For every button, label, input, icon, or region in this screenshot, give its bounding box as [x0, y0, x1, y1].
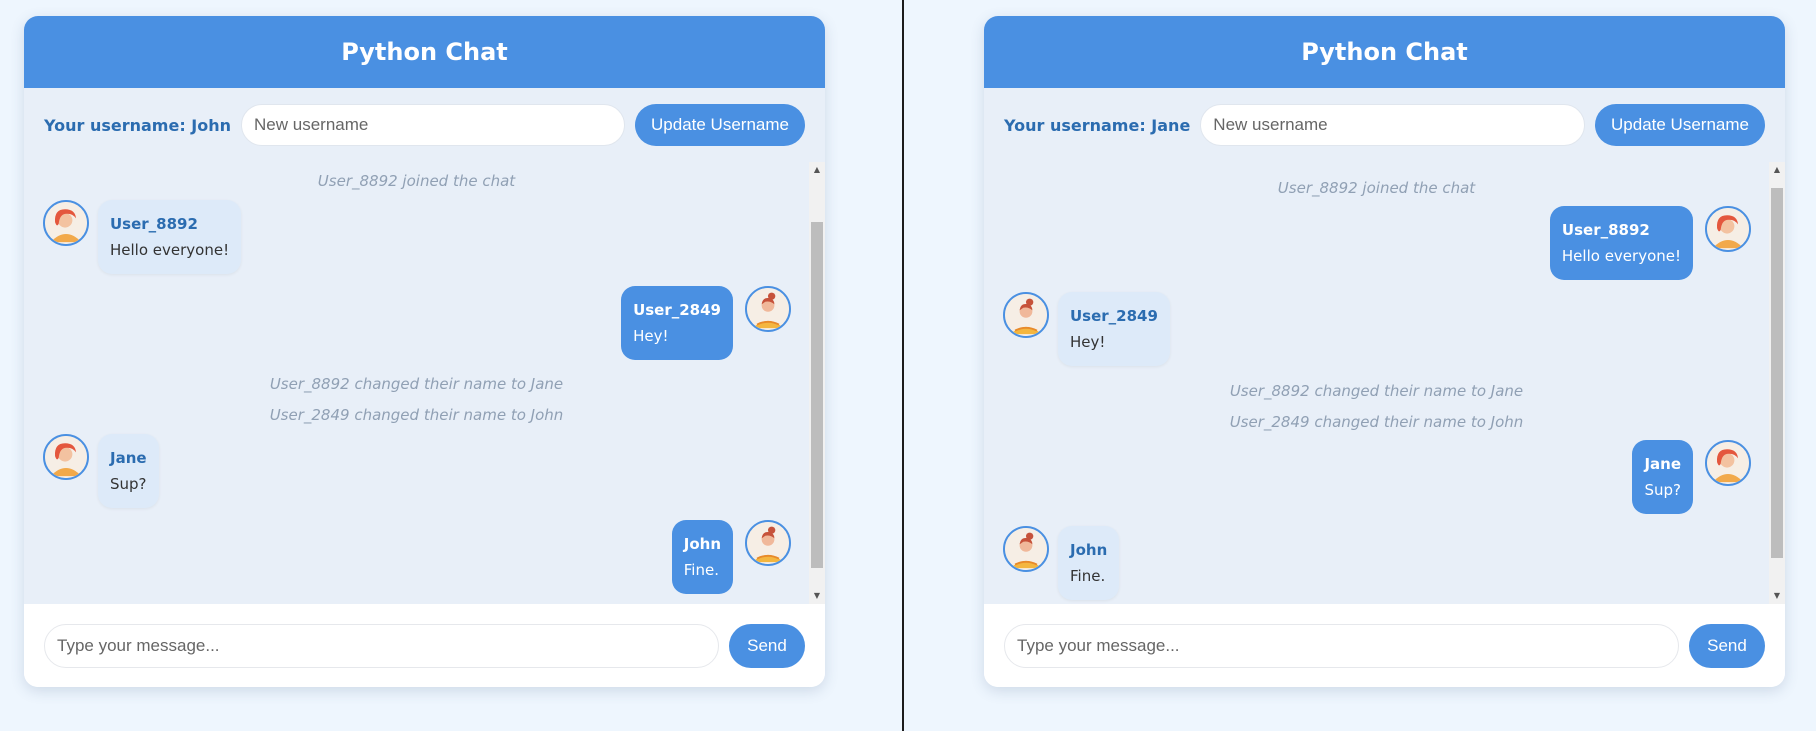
- red-hair-woman-avatar: [43, 434, 89, 480]
- message-composer: Send: [24, 604, 825, 687]
- red-hair-woman-avatar: [1705, 206, 1751, 252]
- message-bubble: Jane Sup?: [1632, 440, 1693, 514]
- new-username-input[interactable]: [1200, 104, 1585, 146]
- scroll-up-arrow-icon[interactable]: ▲: [809, 162, 825, 178]
- username-bar: Your username: John Update Username: [24, 88, 825, 162]
- chat-header: Python Chat: [24, 16, 825, 88]
- chat-window-john: Python Chat Your username: John Update U…: [24, 16, 825, 687]
- send-button[interactable]: Send: [1689, 623, 1765, 668]
- send-button[interactable]: Send: [729, 623, 805, 668]
- message-text: Hey!: [633, 327, 669, 345]
- scrollbar[interactable]: ▲ ▼: [809, 162, 825, 604]
- window-divider: [902, 0, 904, 731]
- message-sender: User_8892: [1561, 221, 1650, 239]
- scroll-down-arrow-icon[interactable]: ▼: [809, 588, 825, 604]
- message-input[interactable]: [1004, 623, 1679, 668]
- message-text: Hello everyone!: [110, 241, 230, 259]
- system-message: User_2849 changed their name to John: [269, 406, 564, 424]
- message-sender: User_8892: [110, 215, 198, 233]
- scroll-thumb[interactable]: [811, 222, 823, 568]
- system-message: User_2849 changed their name to John: [1229, 413, 1524, 431]
- message-composer: Send: [984, 604, 1785, 687]
- message-text: Sup?: [110, 475, 147, 493]
- message-sender: John: [1070, 541, 1108, 559]
- message-bubble: Jane Sup?: [98, 434, 159, 508]
- message-list[interactable]: User_8892 joined the chat User_8892 Hell…: [984, 162, 1785, 604]
- bun-hair-woman-avatar: [1003, 292, 1049, 338]
- username-label: Your username: Jane: [1004, 115, 1191, 135]
- scroll-up-arrow-icon[interactable]: ▲: [1769, 162, 1785, 178]
- system-message: User_8892 changed their name to Jane: [1229, 382, 1524, 400]
- bun-hair-woman-avatar: [745, 286, 791, 332]
- bun-hair-woman-avatar: [1003, 526, 1049, 572]
- update-username-button[interactable]: Update Username: [1595, 104, 1765, 146]
- message-text: Hey!: [1070, 333, 1106, 351]
- red-hair-woman-avatar: [1705, 440, 1751, 486]
- system-message: User_8892 joined the chat: [317, 172, 516, 190]
- scrollbar[interactable]: ▲ ▼: [1769, 162, 1785, 604]
- message-text: Hello everyone!: [1561, 247, 1681, 265]
- update-username-button[interactable]: Update Username: [635, 104, 805, 146]
- username-bar: Your username: Jane Update Username: [984, 88, 1785, 162]
- chat-header: Python Chat: [984, 16, 1785, 88]
- chat-title: Python Chat: [1301, 38, 1468, 66]
- system-message: User_8892 joined the chat: [1277, 179, 1476, 197]
- message-bubble: John Fine.: [671, 520, 733, 594]
- message-bubble: User_8892 Hello everyone!: [98, 200, 242, 274]
- message-text: Fine.: [1070, 567, 1106, 585]
- new-username-input[interactable]: [241, 104, 625, 146]
- message-bubble: John Fine.: [1058, 526, 1120, 600]
- scroll-thumb[interactable]: [1771, 188, 1783, 558]
- message-sender: Jane: [1644, 455, 1681, 473]
- message-text: Fine.: [683, 561, 719, 579]
- message-input[interactable]: [44, 623, 719, 668]
- message-sender: User_2849: [633, 301, 721, 319]
- bun-hair-woman-avatar: [745, 520, 791, 566]
- message-sender: Jane: [110, 449, 147, 467]
- chat-window-jane: Python Chat Your username: Jane Update U…: [984, 16, 1785, 687]
- message-sender: John: [683, 535, 721, 553]
- message-bubble: User_8892 Hello everyone!: [1549, 206, 1693, 280]
- chat-title: Python Chat: [341, 38, 508, 66]
- message-bubble: User_2849 Hey!: [621, 286, 733, 360]
- message-list[interactable]: User_8892 joined the chat User_8892 Hell…: [24, 162, 825, 604]
- message-text: Sup?: [1644, 481, 1681, 499]
- red-hair-woman-avatar: [43, 200, 89, 246]
- system-message: User_8892 changed their name to Jane: [269, 375, 564, 393]
- message-sender: User_2849: [1070, 307, 1158, 325]
- username-label: Your username: John: [44, 115, 232, 135]
- message-bubble: User_2849 Hey!: [1058, 292, 1170, 366]
- scroll-down-arrow-icon[interactable]: ▼: [1769, 588, 1785, 604]
